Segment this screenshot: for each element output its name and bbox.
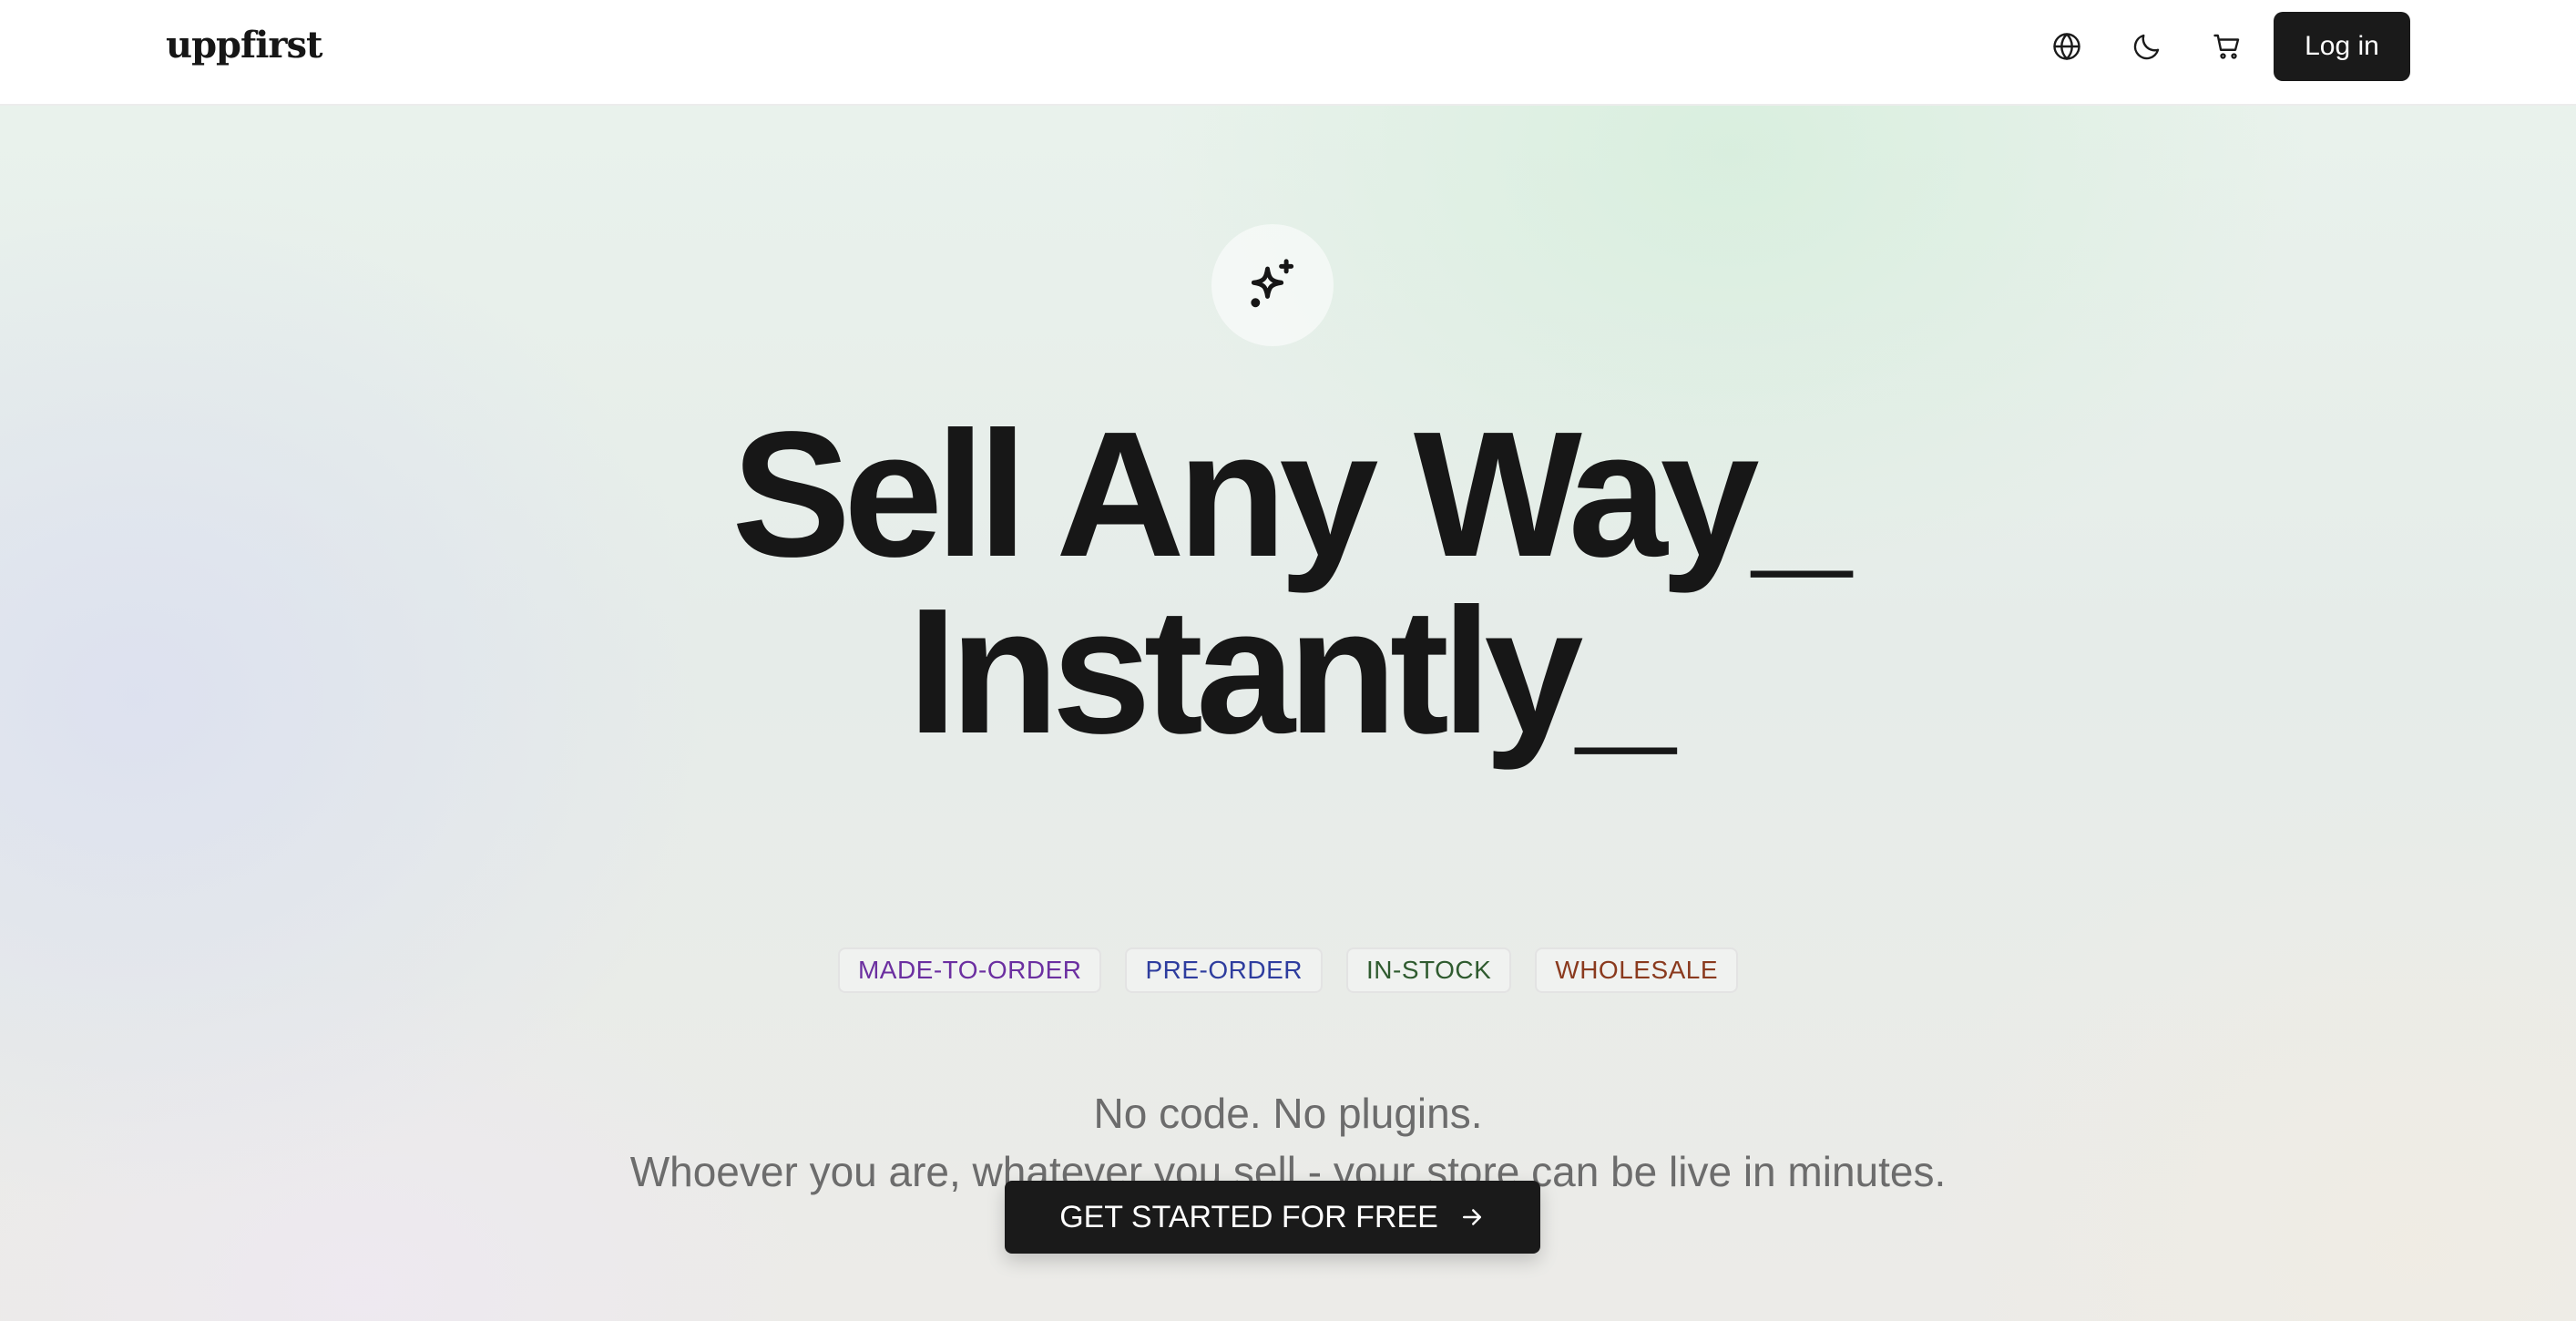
theme-toggle-button[interactable] — [2126, 26, 2168, 67]
cart-button[interactable] — [2206, 26, 2248, 67]
hero-section: Sell Any Way_ Instantly_ MADE-TO-ORDER P… — [0, 106, 2576, 1321]
cart-icon — [2213, 34, 2240, 59]
get-started-button[interactable]: GET STARTED FOR FREE — [1005, 1181, 1540, 1254]
headline-line-1: Sell Any Way_ — [731, 394, 1851, 594]
language-button[interactable] — [2046, 26, 2088, 67]
tag-wholesale: WHOLESALE — [1535, 947, 1739, 993]
get-started-label: GET STARTED FOR FREE — [1059, 1199, 1438, 1234]
tag-in-stock: IN-STOCK — [1346, 947, 1512, 993]
arrow-right-icon — [1462, 1209, 1481, 1225]
subtext-line-1: No code. No plugins. — [1093, 1090, 1483, 1137]
headline-line-2: Instantly_ — [907, 571, 1676, 771]
logo[interactable]: uppfirst — [166, 20, 322, 71]
globe-icon — [2053, 33, 2080, 60]
tag-made-to-order: MADE-TO-ORDER — [837, 947, 1102, 993]
top-navbar: uppfirst Log in — [0, 0, 2576, 106]
tag-pre-order: PRE-ORDER — [1125, 947, 1323, 993]
hero-headline: Sell Any Way_ Instantly_ — [0, 394, 2576, 771]
sparkle-badge — [1211, 224, 1334, 346]
page: uppfirst Log in Sell Any Way_ Instantly_… — [0, 0, 2576, 1321]
sales-mode-tags: MADE-TO-ORDER PRE-ORDER IN-STOCK WHOLESA… — [0, 947, 2576, 995]
sparkles-icon — [1251, 259, 1294, 308]
login-button[interactable]: Log in — [2274, 12, 2410, 81]
moon-icon — [2133, 34, 2160, 60]
